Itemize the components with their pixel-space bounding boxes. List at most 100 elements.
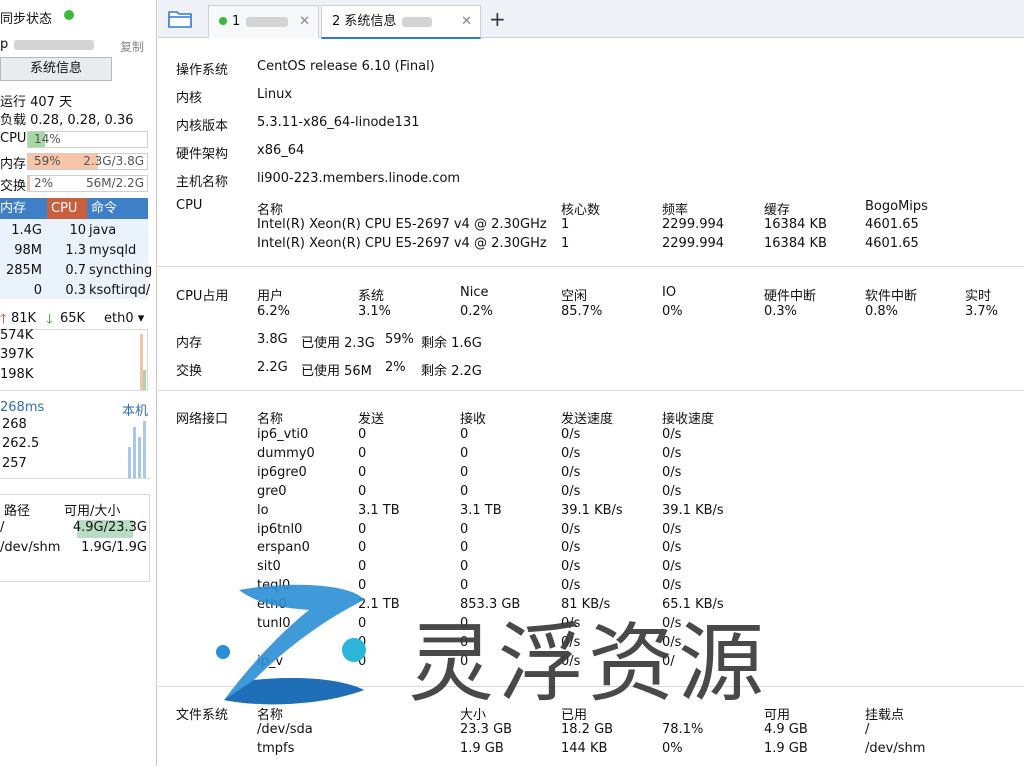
cpu-usage-value: 85.7% bbox=[561, 304, 603, 319]
ping-scale-max: 268 bbox=[2, 417, 27, 432]
host-address: p bbox=[0, 37, 95, 52]
net-recv: 0 bbox=[460, 483, 469, 499]
watermark-logo-icon bbox=[214, 580, 404, 710]
chevron-down-icon: ▾ bbox=[137, 311, 145, 326]
net-header-name: 名称 bbox=[257, 412, 284, 427]
net-send-speed: 0/s bbox=[561, 578, 581, 594]
cpu-cores: 1 bbox=[561, 217, 570, 232]
process-header-cpu[interactable]: CPU bbox=[51, 198, 77, 219]
cpu-label: CPU bbox=[0, 131, 27, 146]
net-recv: 0 bbox=[460, 445, 469, 461]
disk-row[interactable]: /dev/shm 1.9G/1.9G bbox=[0, 539, 148, 559]
add-tab-button[interactable]: + bbox=[489, 7, 506, 31]
cpu-header-cores: 核心数 bbox=[561, 203, 601, 218]
close-icon[interactable]: ✕ bbox=[299, 6, 310, 37]
network-section-label: 网络接口 bbox=[176, 412, 229, 427]
net-name: lo bbox=[257, 502, 269, 518]
net-graph-download-trace bbox=[143, 370, 146, 390]
process-cmd: java bbox=[89, 223, 117, 238]
fs-size: 1.9 GB bbox=[460, 741, 504, 756]
net-send-speed: 0/s bbox=[561, 464, 581, 480]
net-interface-select[interactable]: eth0 ▾ bbox=[104, 311, 144, 326]
cpu-header-name: 名称 bbox=[257, 203, 284, 218]
cpu-usage-value: 3.7% bbox=[965, 304, 999, 319]
hostname-value: li900-223.members.linode.com bbox=[257, 171, 461, 186]
net-sent: 0 bbox=[358, 540, 367, 556]
process-header-mem[interactable]: 内存 bbox=[0, 198, 26, 219]
cpu-usage-value: 0% bbox=[662, 304, 683, 319]
tab-sysinfo[interactable]: 2 系统信息 ✕ bbox=[321, 5, 481, 39]
cpu-cores: 1 bbox=[561, 236, 570, 251]
swap-usage-fill bbox=[28, 176, 31, 191]
disk-row[interactable]: / 4.9G/23.3G bbox=[0, 519, 148, 539]
net-name: gre0 bbox=[257, 483, 287, 499]
cpu-freq: 2299.994 bbox=[662, 236, 725, 251]
cpu-usage-header: 空闲 bbox=[561, 289, 588, 304]
cpu-header-cache: 缓存 bbox=[764, 203, 791, 218]
ping-value: 268ms bbox=[0, 400, 45, 415]
net-send-speed: 0/s bbox=[561, 540, 581, 556]
fs-used: 18.2 GB bbox=[561, 722, 614, 737]
os-value: CentOS release 6.10 (Final) bbox=[257, 59, 435, 74]
ping-graph-bar bbox=[133, 427, 136, 478]
fs-avail: 4.9 GB bbox=[764, 722, 808, 737]
net-send-speed: 0/s bbox=[561, 521, 581, 537]
cpu-usage-header: 实时 bbox=[965, 289, 992, 304]
net-upload-speed: 81K bbox=[11, 311, 37, 326]
cpu-cache: 16384 KB bbox=[764, 217, 827, 232]
memory-free: 剩余 1.6G bbox=[421, 336, 482, 351]
net-name: dummy0 bbox=[257, 445, 315, 461]
net-recv-speed: 39.1 KB/s bbox=[662, 502, 724, 518]
net-download-speed: 65K bbox=[60, 311, 86, 326]
net-recv-speed: 0/s bbox=[662, 540, 682, 556]
fs-size: 23.3 GB bbox=[460, 722, 513, 737]
fs-percent: 0% bbox=[662, 741, 683, 756]
net-scale-max: 574K bbox=[0, 328, 34, 343]
swap-percent: 2% bbox=[385, 360, 406, 375]
close-icon[interactable]: ✕ bbox=[461, 6, 472, 37]
process-cpu: 0.7 bbox=[65, 263, 86, 278]
fs-used: 144 KB bbox=[561, 741, 608, 756]
sync-status-label: 同步状态 bbox=[0, 12, 53, 27]
net-sent: 0 bbox=[358, 464, 367, 480]
net-header-recv: 接收 bbox=[460, 412, 487, 427]
memory-used: 已使用 2.3G bbox=[301, 336, 375, 351]
process-cmd: mysqld bbox=[89, 243, 137, 258]
net-recv: 0 bbox=[460, 578, 469, 594]
tab-title-redacted bbox=[246, 16, 289, 27]
net-send-speed: 39.1 KB/s bbox=[561, 502, 623, 518]
net-sent: 0 bbox=[358, 427, 367, 442]
disk-header-usage: 可用/大小 bbox=[64, 504, 121, 519]
sidebar: 同步状态 p 复制 系统信息 运行 407 天 负载 0.28, 0.28, 0… bbox=[0, 0, 157, 766]
mem-percent-text: 59% bbox=[34, 154, 61, 168]
process-mem: 285M bbox=[5, 263, 42, 278]
tab-1[interactable]: 1 ✕ bbox=[208, 5, 319, 38]
process-mem: 0 bbox=[33, 283, 42, 298]
cpu-usage-header: IO bbox=[662, 285, 677, 300]
fs-avail: 1.9 GB bbox=[764, 741, 808, 756]
net-header-send-speed: 发送速度 bbox=[561, 412, 614, 427]
kernel-version-value: 5.3.11-x86_64-linode131 bbox=[257, 115, 420, 130]
folder-icon[interactable] bbox=[168, 9, 194, 33]
swap-section-label: 交换 bbox=[176, 364, 203, 379]
watermark-text: 灵浮资源 bbox=[408, 614, 768, 714]
copy-link[interactable]: 复制 bbox=[120, 38, 144, 55]
cpu-usage-value: 0.2% bbox=[460, 304, 494, 319]
net-send-speed: 0/s bbox=[561, 483, 581, 499]
cpu-usage-value: 3.1% bbox=[358, 304, 392, 319]
swap-label: 交换 bbox=[0, 179, 27, 194]
cpu-cache: 16384 KB bbox=[764, 236, 827, 251]
tab-title-redacted bbox=[402, 16, 433, 27]
ping-scale-min: 257 bbox=[2, 456, 27, 471]
disk-usage: 1.9G/1.9G bbox=[81, 540, 147, 555]
process-header-cmd[interactable]: 命令 bbox=[91, 198, 117, 219]
ping-scale-mid: 262.5 bbox=[2, 436, 40, 451]
sysinfo-button[interactable]: 系统信息 bbox=[0, 57, 112, 81]
sync-online-dot-icon bbox=[64, 10, 74, 20]
cpu-usage-header: 系统 bbox=[358, 289, 385, 304]
net-header-recv-speed: 接收速度 bbox=[662, 412, 715, 427]
disk-header-path: 路径 bbox=[4, 504, 31, 519]
cpu-usage-value: 0.3% bbox=[764, 304, 798, 319]
kernel-label: 内核 bbox=[176, 91, 203, 106]
net-send-speed: 0/s bbox=[561, 445, 581, 461]
